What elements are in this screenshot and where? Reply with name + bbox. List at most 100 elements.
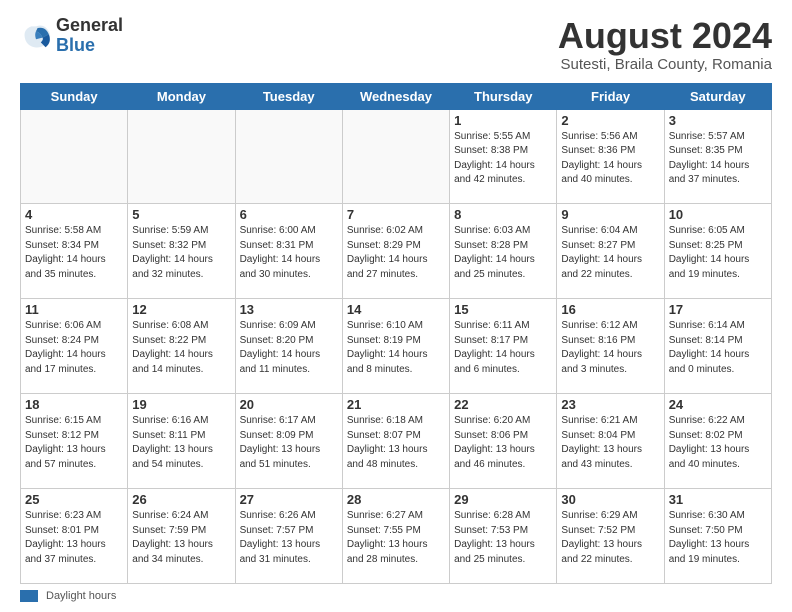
day-info: Sunrise: 5:58 AM Sunset: 8:34 PM Dayligh… [25,224,123,282]
day-info: Sunrise: 6:08 AM Sunset: 8:22 PM Dayligh… [132,319,230,377]
calendar-cell: 8 Sunrise: 6:03 AM Sunset: 8:28 PM Daylig… [450,204,557,299]
page: General Blue August 2024 Sutesti, Braila… [0,0,792,612]
day-info: Sunrise: 6:27 AM Sunset: 7:55 PM Dayligh… [347,509,445,567]
day-number: 18 [25,397,123,412]
day-info: Sunrise: 6:24 AM Sunset: 7:59 PM Dayligh… [132,509,230,567]
calendar-cell [235,109,342,204]
day-number: 1 [454,113,552,128]
calendar-cell: 10 Sunrise: 6:05 AM Sunset: 8:25 PM Dayli… [664,204,771,299]
calendar-cell: 25 Sunrise: 6:23 AM Sunset: 8:01 PM Dayli… [21,489,128,584]
day-number: 10 [669,207,767,222]
day-info: Sunrise: 6:03 AM Sunset: 8:28 PM Dayligh… [454,224,552,282]
calendar-week-5: 25 Sunrise: 6:23 AM Sunset: 8:01 PM Dayli… [21,489,772,584]
day-number: 23 [561,397,659,412]
daylight-legend-box [20,590,38,602]
calendar-cell: 20 Sunrise: 6:17 AM Sunset: 8:09 PM Dayli… [235,394,342,489]
calendar-cell [342,109,449,204]
subtitle: Sutesti, Braila County, Romania [558,56,772,73]
calendar-header-sunday: Sunday [21,83,128,109]
calendar-cell: 9 Sunrise: 6:04 AM Sunset: 8:27 PM Daylig… [557,204,664,299]
calendar-header-thursday: Thursday [450,83,557,109]
logo-icon [20,20,52,52]
calendar-week-3: 11 Sunrise: 6:06 AM Sunset: 8:24 PM Dayli… [21,299,772,394]
calendar-cell: 19 Sunrise: 6:16 AM Sunset: 8:11 PM Dayli… [128,394,235,489]
day-number: 24 [669,397,767,412]
logo: General Blue [20,16,123,56]
calendar-header-row: SundayMondayTuesdayWednesdayThursdayFrid… [21,83,772,109]
calendar-cell: 22Sunrise: 6:20 AM Sunset: 8:06 PM Dayli… [450,394,557,489]
day-number: 29 [454,492,552,507]
calendar-header-tuesday: Tuesday [235,83,342,109]
calendar-cell: 29 Sunrise: 6:28 AM Sunset: 7:53 PM Dayli… [450,489,557,584]
calendar-cell: 1 Sunrise: 5:55 AM Sunset: 8:38 PM Daylig… [450,109,557,204]
day-number: 31 [669,492,767,507]
day-number: 11 [25,302,123,317]
day-info: Sunrise: 6:05 AM Sunset: 8:25 PM Dayligh… [669,224,767,282]
day-info: Sunrise: 6:02 AM Sunset: 8:29 PM Dayligh… [347,224,445,282]
calendar-cell: 13Sunrise: 6:09 AM Sunset: 8:20 PM Dayli… [235,299,342,394]
day-info: Sunrise: 6:21 AM Sunset: 8:04 PM Dayligh… [561,414,659,472]
logo-text: General Blue [56,16,123,56]
day-info: Sunrise: 6:06 AM Sunset: 8:24 PM Dayligh… [25,319,123,377]
header: General Blue August 2024 Sutesti, Braila… [20,16,772,73]
day-number: 27 [240,492,338,507]
calendar-header-wednesday: Wednesday [342,83,449,109]
calendar-week-4: 18 Sunrise: 6:15 AM Sunset: 8:12 PM Dayli… [21,394,772,489]
calendar-cell: 7 Sunrise: 6:02 AM Sunset: 8:29 PM Daylig… [342,204,449,299]
title-block: August 2024 Sutesti, Braila County, Roma… [558,16,772,73]
calendar-cell [128,109,235,204]
day-number: 9 [561,207,659,222]
calendar-cell: 27 Sunrise: 6:26 AM Sunset: 7:57 PM Dayli… [235,489,342,584]
day-info: Sunrise: 6:26 AM Sunset: 7:57 PM Dayligh… [240,509,338,567]
calendar-header-friday: Friday [557,83,664,109]
day-number: 15 [454,302,552,317]
day-info: Sunrise: 6:20 AM Sunset: 8:06 PM Dayligh… [454,414,552,472]
calendar-cell: 31 Sunrise: 6:30 AM Sunset: 7:50 PM Dayli… [664,489,771,584]
day-number: 20 [240,397,338,412]
footer: Daylight hours [20,590,772,602]
day-info: Sunrise: 6:15 AM Sunset: 8:12 PM Dayligh… [25,414,123,472]
day-info: Sunrise: 5:55 AM Sunset: 8:38 PM Dayligh… [454,130,552,188]
day-number: 2 [561,113,659,128]
calendar-cell: 21Sunrise: 6:18 AM Sunset: 8:07 PM Dayli… [342,394,449,489]
logo-general: General [56,16,123,36]
day-number: 17 [669,302,767,317]
day-number: 7 [347,207,445,222]
calendar-cell: 30 Sunrise: 6:29 AM Sunset: 7:52 PM Dayli… [557,489,664,584]
day-info: Sunrise: 6:04 AM Sunset: 8:27 PM Dayligh… [561,224,659,282]
day-info: Sunrise: 6:16 AM Sunset: 8:11 PM Dayligh… [132,414,230,472]
calendar-cell: 4 Sunrise: 5:58 AM Sunset: 8:34 PM Daylig… [21,204,128,299]
calendar-header-saturday: Saturday [664,83,771,109]
day-number: 19 [132,397,230,412]
day-info: Sunrise: 5:56 AM Sunset: 8:36 PM Dayligh… [561,130,659,188]
day-number: 4 [25,207,123,222]
calendar-cell: 15Sunrise: 6:11 AM Sunset: 8:17 PM Dayli… [450,299,557,394]
calendar-cell: 18 Sunrise: 6:15 AM Sunset: 8:12 PM Dayli… [21,394,128,489]
day-info: Sunrise: 5:59 AM Sunset: 8:32 PM Dayligh… [132,224,230,282]
day-number: 13 [240,302,338,317]
day-number: 3 [669,113,767,128]
day-number: 12 [132,302,230,317]
day-number: 16 [561,302,659,317]
calendar-cell: 16Sunrise: 6:12 AM Sunset: 8:16 PM Dayli… [557,299,664,394]
calendar-cell: 17 Sunrise: 6:14 AM Sunset: 8:14 PM Dayli… [664,299,771,394]
day-number: 28 [347,492,445,507]
calendar-cell: 5Sunrise: 5:59 AM Sunset: 8:32 PM Daylig… [128,204,235,299]
day-info: Sunrise: 6:23 AM Sunset: 8:01 PM Dayligh… [25,509,123,567]
day-info: Sunrise: 5:57 AM Sunset: 8:35 PM Dayligh… [669,130,767,188]
day-number: 21 [347,397,445,412]
logo-blue: Blue [56,36,123,56]
calendar-cell: 6Sunrise: 6:00 AM Sunset: 8:31 PM Daylig… [235,204,342,299]
day-info: Sunrise: 6:10 AM Sunset: 8:19 PM Dayligh… [347,319,445,377]
day-number: 8 [454,207,552,222]
day-info: Sunrise: 6:14 AM Sunset: 8:14 PM Dayligh… [669,319,767,377]
calendar-week-1: 1 Sunrise: 5:55 AM Sunset: 8:38 PM Daylig… [21,109,772,204]
day-number: 25 [25,492,123,507]
day-number: 30 [561,492,659,507]
day-info: Sunrise: 6:28 AM Sunset: 7:53 PM Dayligh… [454,509,552,567]
day-info: Sunrise: 6:29 AM Sunset: 7:52 PM Dayligh… [561,509,659,567]
day-info: Sunrise: 6:17 AM Sunset: 8:09 PM Dayligh… [240,414,338,472]
day-info: Sunrise: 6:30 AM Sunset: 7:50 PM Dayligh… [669,509,767,567]
main-title: August 2024 [558,16,772,56]
calendar-cell [21,109,128,204]
